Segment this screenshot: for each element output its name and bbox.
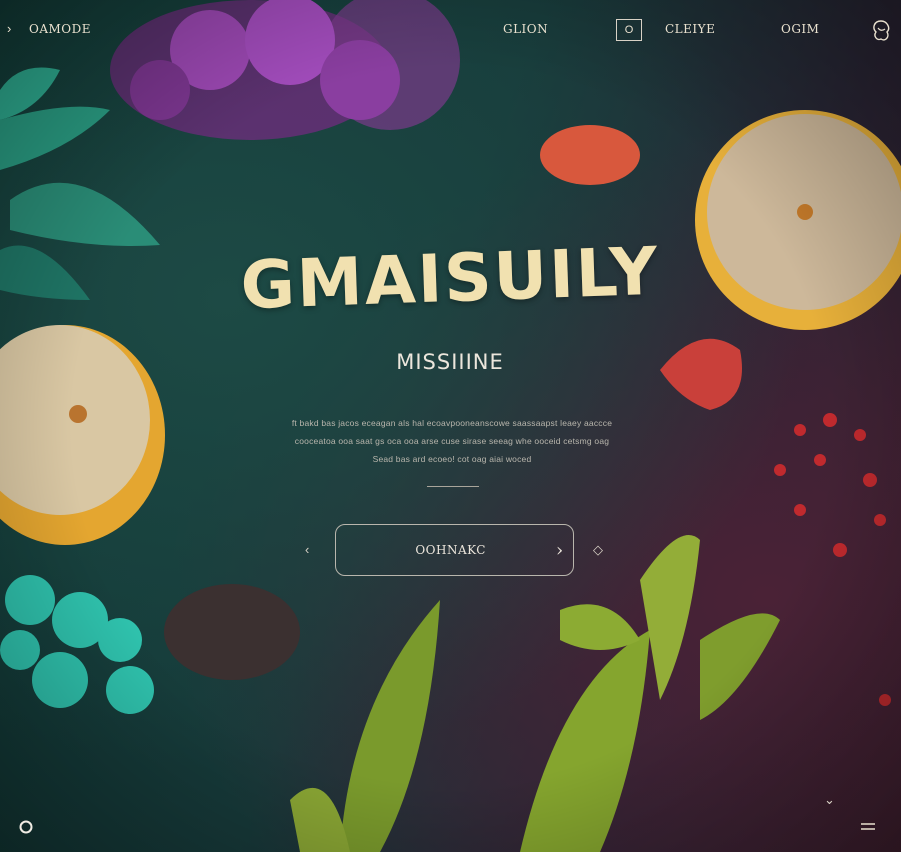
hero-paragraph: ft bakd bas jacos eceagan als hal ecoavp… — [291, 418, 613, 464]
nav-link-3[interactable]: OGIM — [781, 22, 819, 36]
nav-link-2[interactable]: CLEIYE — [665, 22, 715, 36]
nav-box-label: O — [624, 24, 634, 36]
chevron-right-icon: › — [555, 539, 564, 561]
chevron-right-icon[interactable]: › — [7, 21, 11, 36]
diamond-icon[interactable]: ◇ — [593, 542, 603, 558]
chevron-down-icon[interactable]: ⌄ — [824, 792, 835, 808]
nav-left-link[interactable]: OAMODE — [29, 22, 91, 36]
prev-arrow-icon[interactable]: ‹ — [305, 542, 309, 557]
divider — [427, 486, 479, 487]
nav-link-1[interactable]: GLION — [503, 22, 548, 36]
hero-subtitle: MISSIIINE — [396, 350, 504, 374]
flower-logo-icon[interactable] — [870, 18, 892, 44]
hero-brand-title: GMAISUILY — [239, 232, 661, 325]
cta-label: OOHNAKC — [415, 543, 486, 557]
cta-button[interactable]: OOHNAKC › — [335, 524, 574, 576]
circle-icon[interactable] — [18, 819, 34, 835]
nav-box-button[interactable]: O — [616, 19, 642, 41]
menu-icon[interactable] — [860, 821, 876, 833]
